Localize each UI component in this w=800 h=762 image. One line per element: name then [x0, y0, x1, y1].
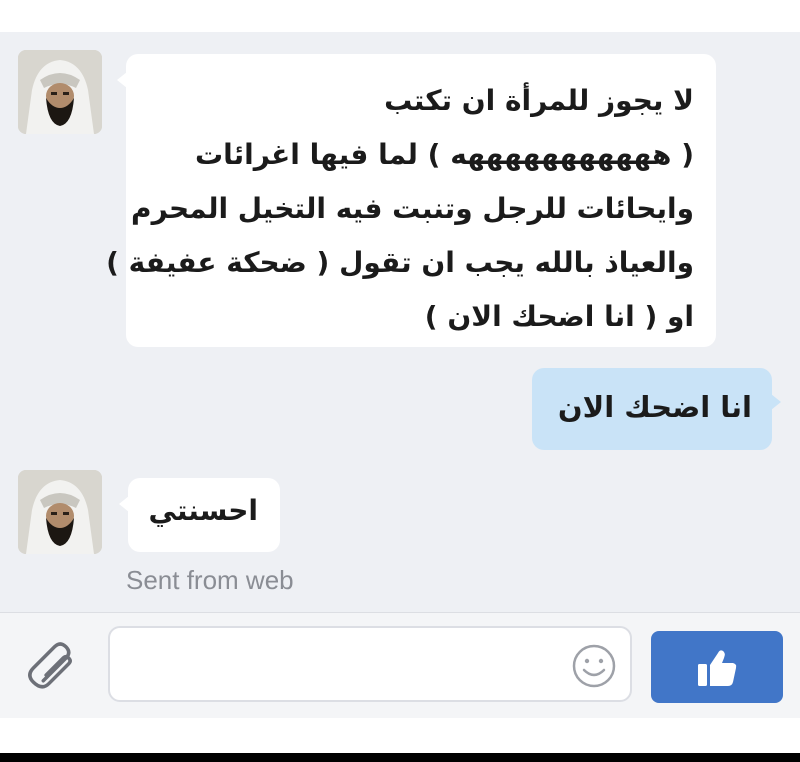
message-text-line: ( هههههههههههه ) لما فيها اغرائات: [194, 138, 694, 171]
avatar-image: [18, 50, 102, 134]
smiley-icon[interactable]: [570, 642, 618, 690]
paperclip-icon[interactable]: [24, 640, 88, 696]
sender-avatar[interactable]: [18, 50, 102, 134]
message-text-line: وايحائات للرجل وتنبت فيه التخيل المحرم: [131, 192, 694, 225]
sender-avatar[interactable]: [18, 470, 102, 554]
like-button[interactable]: [651, 631, 783, 703]
incoming-message-bubble[interactable]: لا يجوز للمرأة ان تكتب ( هههههههههههه ) …: [106, 54, 716, 347]
avatar-image: [18, 470, 102, 554]
message-text-line: او ( انا اضحك الان ): [424, 300, 694, 333]
message-meta-sent-from: Sent from web: [126, 565, 294, 595]
message-text: انا اضحك الان: [557, 390, 752, 424]
message-text-line: لا يجوز للمرأة ان تكتب: [384, 84, 694, 117]
message-text: احسنتي: [148, 494, 258, 527]
thumbs-up-icon: [698, 650, 737, 686]
bottom-edge-bar: [0, 753, 800, 762]
message-text-line: والعياذ بالله يجب ان تقول ( ضحكة عفيفة ): [106, 246, 694, 279]
incoming-message-bubble[interactable]: احسنتي: [119, 478, 280, 552]
outgoing-message-bubble[interactable]: انا اضحك الان: [532, 368, 781, 450]
message-input[interactable]: [108, 626, 632, 702]
